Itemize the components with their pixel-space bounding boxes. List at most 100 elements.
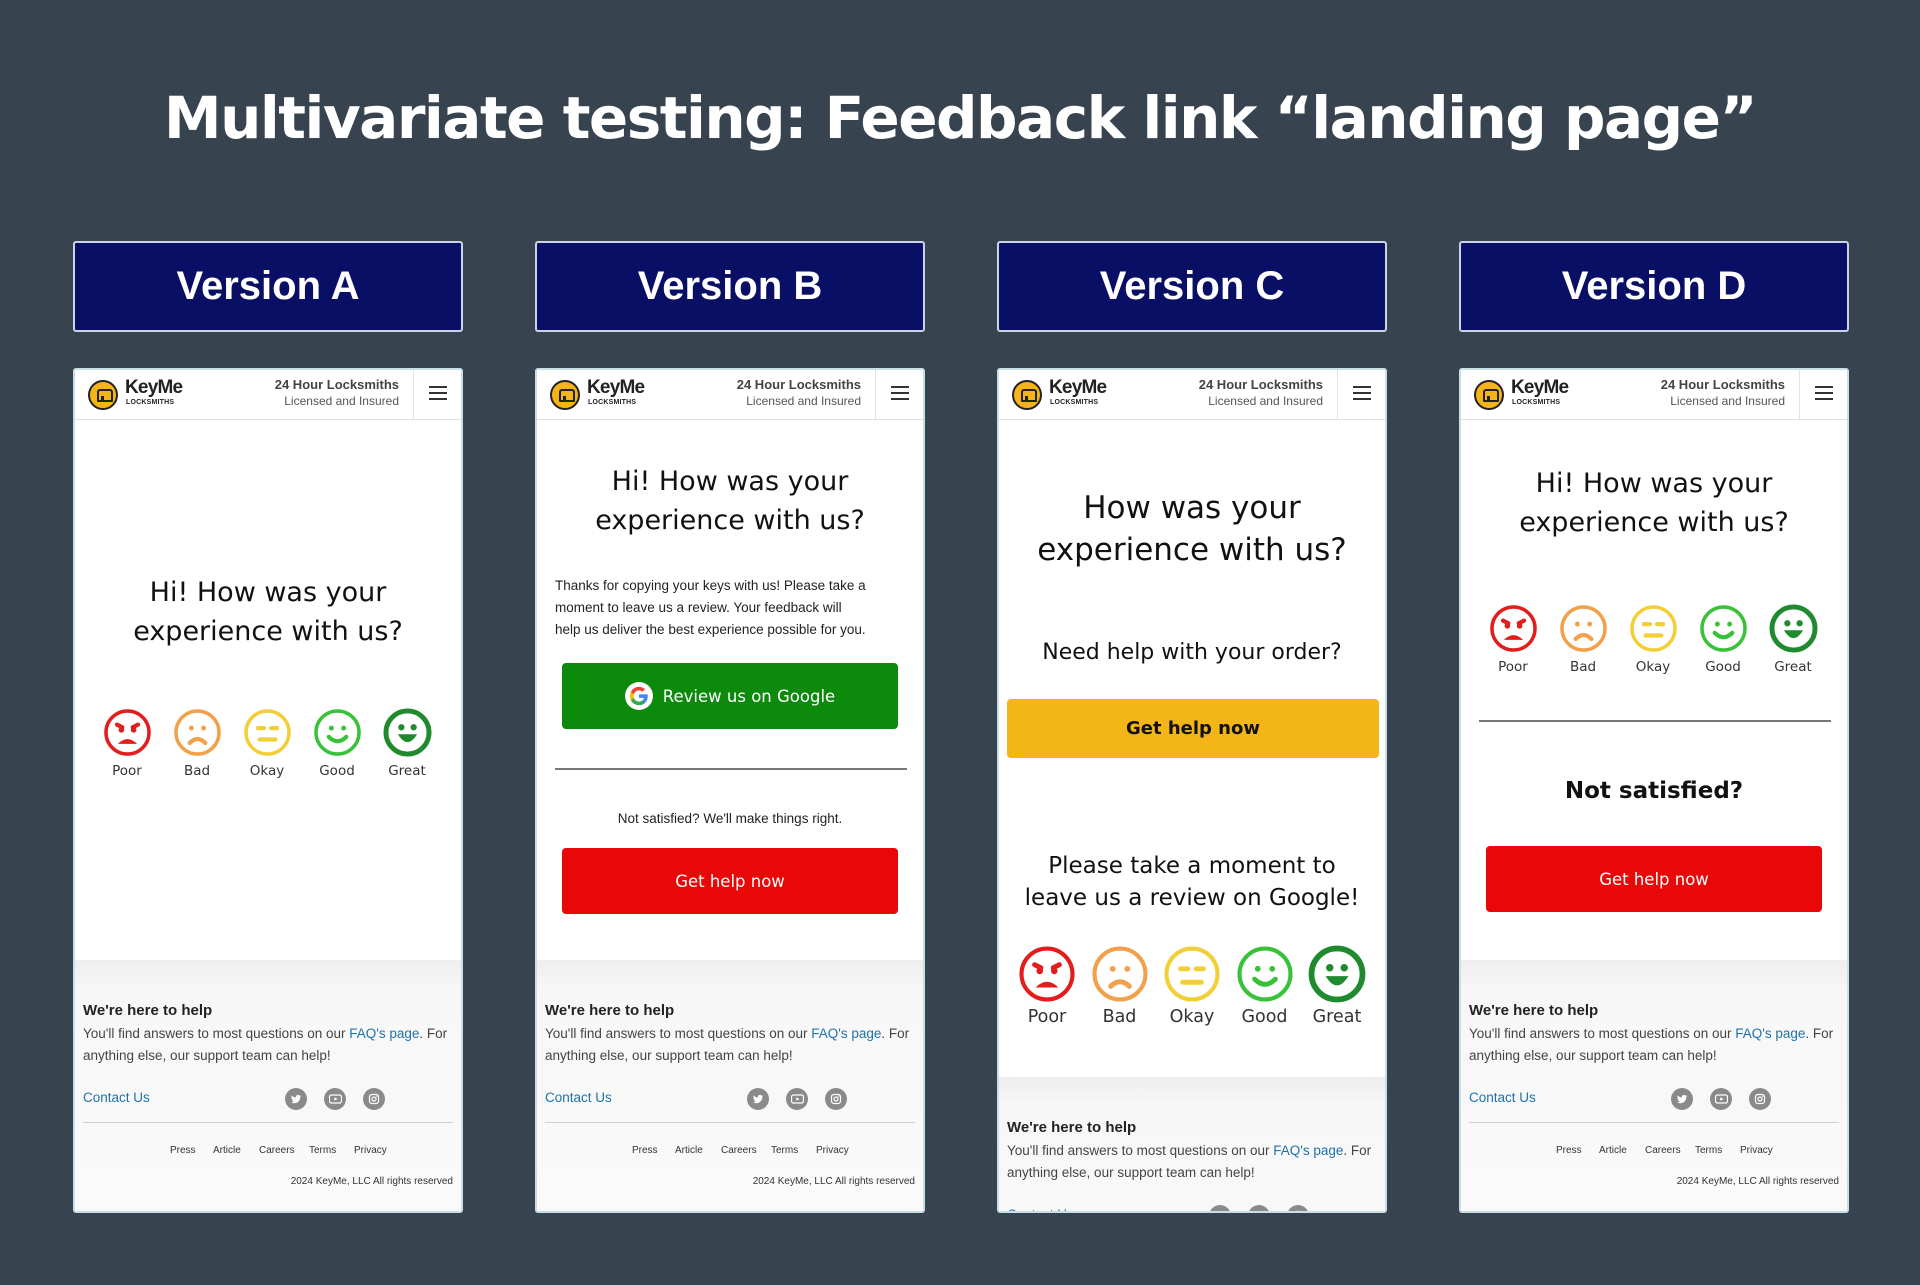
rating-option-bad[interactable]: Bad: [1080, 945, 1160, 1027]
feedback-heading: How was your experience with us?: [1037, 490, 1347, 568]
logo-text: KeyMe: [125, 377, 183, 398]
footer-nav-terms[interactable]: Terms: [1695, 1145, 1722, 1156]
not-satisfied-text: Not satisfied? We'll make things right.: [617, 811, 843, 826]
footer-nav-careers[interactable]: Careers: [1645, 1145, 1681, 1156]
rating-option-great[interactable]: Great: [367, 708, 447, 779]
rating-label: Bad: [1102, 1007, 1137, 1027]
footer-nav-privacy[interactable]: Privacy: [1740, 1145, 1773, 1156]
footer-nav-article[interactable]: Article: [1599, 1145, 1627, 1156]
youtube-icon[interactable]: [1710, 1088, 1732, 1110]
rating-label: Okay: [249, 763, 285, 779]
neutral-face-icon: [1152, 945, 1232, 1003]
youtube-icon[interactable]: [324, 1088, 346, 1110]
footer-nav-careers[interactable]: Careers: [259, 1145, 295, 1156]
not-satisfied-heading: Not satisfied?: [1564, 778, 1744, 804]
rating-label: Good: [1241, 1007, 1288, 1027]
review-prompt: Please take a moment to leave us a revie…: [1024, 853, 1360, 911]
twitter-icon[interactable]: [1671, 1088, 1693, 1110]
footer-title: We're here to help: [545, 1002, 675, 1019]
footer-nav-press[interactable]: Press: [632, 1145, 658, 1156]
feedback-heading: Hi! How was your experience with us?: [595, 466, 865, 536]
footer-text-before: You'll find answers to most questions on…: [1469, 1026, 1736, 1041]
contact-us-link[interactable]: Contact Us: [1469, 1090, 1536, 1105]
copyright-text: 2024 KeyMe, LLC All rights reserved: [752, 1176, 915, 1187]
footer-nav-press[interactable]: Press: [1556, 1145, 1582, 1156]
instagram-icon[interactable]: [1287, 1205, 1309, 1211]
logo-text: KeyMe: [587, 377, 645, 398]
header-title: 24 Hour Locksmiths: [1660, 377, 1785, 392]
rating-option-poor[interactable]: Poor: [87, 708, 167, 779]
rating-option-okay[interactable]: Okay: [1613, 604, 1693, 675]
smile-face-icon: [297, 708, 377, 757]
rating-option-okay[interactable]: Okay: [227, 708, 307, 779]
hamburger-menu-icon[interactable]: [1799, 370, 1847, 419]
rating-option-good[interactable]: Good: [297, 708, 377, 779]
grin-face-icon: [1297, 945, 1377, 1003]
rating-label: Good: [319, 763, 355, 779]
get-help-button[interactable]: Get help now: [1007, 699, 1379, 758]
contact-us-link[interactable]: Contact Us: [1007, 1207, 1074, 1211]
footer-nav-article[interactable]: Article: [213, 1145, 241, 1156]
get-help-button[interactable]: Get help now: [1486, 846, 1822, 912]
footer-help-text: You'll find answers to most questions on…: [1007, 1140, 1377, 1184]
footer-nav-press[interactable]: Press: [170, 1145, 196, 1156]
footer-nav-privacy[interactable]: Privacy: [816, 1145, 849, 1156]
hamburger-menu-icon[interactable]: [1337, 370, 1385, 419]
twitter-icon[interactable]: [747, 1088, 769, 1110]
site-header: KeyMe LOCKSMITHS 24 Hour Locksmiths License…: [537, 370, 923, 420]
footer-nav-terms[interactable]: Terms: [771, 1145, 798, 1156]
copyright-text: 2024 KeyMe, LLC All rights reserved: [1676, 1176, 1839, 1187]
faq-link[interactable]: FAQ's page: [811, 1026, 881, 1041]
site-footer: We're here to help You'll find answers to…: [999, 1077, 1385, 1211]
rating-label: Great: [1312, 1007, 1362, 1027]
faq-link[interactable]: FAQ's page: [349, 1026, 419, 1041]
instagram-icon[interactable]: [1749, 1088, 1771, 1110]
youtube-icon[interactable]: [1248, 1205, 1270, 1211]
instagram-icon[interactable]: [825, 1088, 847, 1110]
footer-nav-privacy[interactable]: Privacy: [354, 1145, 387, 1156]
rating-option-great[interactable]: Great: [1753, 604, 1833, 675]
header-title: 24 Hour Locksmiths: [736, 377, 861, 392]
rating-option-great[interactable]: Great: [1297, 945, 1377, 1027]
feedback-heading: Hi! How was your experience with us?: [1519, 468, 1789, 538]
rating-option-poor[interactable]: Poor: [1473, 604, 1553, 675]
faq-link[interactable]: FAQ's page: [1273, 1143, 1343, 1158]
rating-option-bad[interactable]: Bad: [1543, 604, 1623, 675]
phone-version-c: KeyMe LOCKSMITHS 24 Hour Locksmiths License…: [997, 368, 1387, 1213]
get-help-button[interactable]: Get help now: [562, 848, 898, 914]
rating-label: Bad: [1569, 659, 1597, 675]
review-google-button[interactable]: Review us on Google: [562, 663, 898, 729]
neutral-face-icon: [1613, 604, 1693, 653]
rating-option-good[interactable]: Good: [1225, 945, 1305, 1027]
header-subtitle: Licensed and Insured: [284, 394, 399, 408]
rating-label: Poor: [1027, 1007, 1067, 1027]
youtube-icon[interactable]: [786, 1088, 808, 1110]
frown-face-icon: [157, 708, 237, 757]
rating-option-poor[interactable]: Poor: [1007, 945, 1087, 1027]
rating-option-okay[interactable]: Okay: [1152, 945, 1232, 1027]
contact-us-link[interactable]: Contact Us: [83, 1090, 150, 1105]
rating-label: Okay: [1635, 659, 1671, 675]
footer-nav-careers[interactable]: Careers: [721, 1145, 757, 1156]
logo-subtext: LOCKSMITHS: [1050, 399, 1099, 406]
twitter-icon[interactable]: [285, 1088, 307, 1110]
keyme-logo-icon: [1474, 380, 1504, 410]
instagram-icon[interactable]: [363, 1088, 385, 1110]
hamburger-menu-icon[interactable]: [875, 370, 923, 419]
hamburger-menu-icon[interactable]: [413, 370, 461, 419]
faq-link[interactable]: FAQ's page: [1735, 1026, 1805, 1041]
site-footer: We're here to help You'll find answers to…: [1461, 960, 1847, 1211]
rating-option-good[interactable]: Good: [1683, 604, 1763, 675]
rating-option-bad[interactable]: Bad: [157, 708, 237, 779]
angry-face-icon: [1473, 604, 1553, 653]
site-footer: We're here to help You'll find answers to…: [75, 960, 461, 1211]
footer-nav-article[interactable]: Article: [675, 1145, 703, 1156]
site-footer: We're here to help You'll find answers to…: [537, 960, 923, 1211]
footer-help-text: You'll find answers to most questions on…: [1469, 1023, 1839, 1067]
twitter-icon[interactable]: [1209, 1205, 1231, 1211]
footer-nav-terms[interactable]: Terms: [309, 1145, 336, 1156]
footer-divider: [83, 1122, 453, 1123]
keyme-logo-icon: [550, 380, 580, 410]
contact-us-link[interactable]: Contact Us: [545, 1090, 612, 1105]
neutral-face-icon: [227, 708, 307, 757]
